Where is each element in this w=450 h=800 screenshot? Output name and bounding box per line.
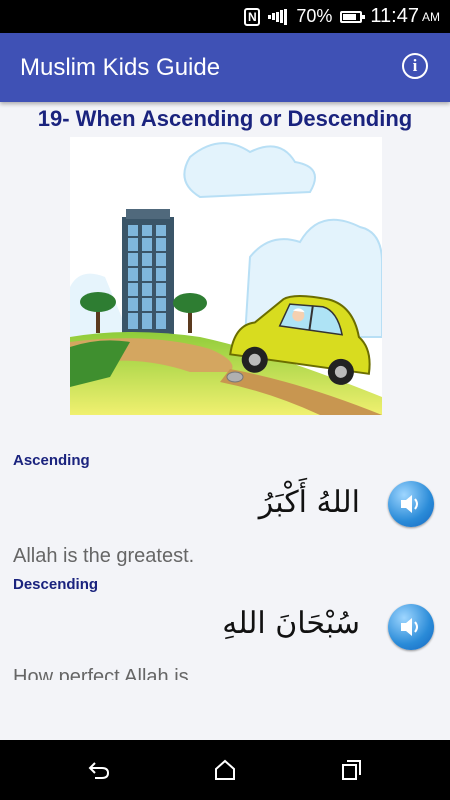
lesson-content[interactable]: 19- When Ascending or Descending Ascendi… (0, 102, 450, 680)
speaker-icon (401, 495, 418, 513)
clock: 11:47 AM (370, 5, 440, 28)
status-bar: N 70% 11:47 AM (0, 0, 450, 33)
arabic-text-descending: سُبْحَانَ اللهِ (222, 606, 360, 641)
arabic-text-ascending: اللهُ أَكْبَرُ (258, 485, 360, 520)
info-icon[interactable]: i (402, 53, 428, 79)
translation-descending: How perfect Allah is. (13, 666, 195, 680)
translation-ascending: Allah is the greatest. (13, 545, 195, 567)
battery-percent: 70% (296, 6, 333, 26)
battery-icon (340, 10, 366, 23)
app-title: Muslim Kids Guide (20, 53, 221, 81)
speaker-icon (401, 618, 418, 636)
audio-play-button-descending[interactable] (388, 604, 434, 650)
ampm-text: AM (422, 9, 440, 24)
home-icon[interactable] (213, 758, 237, 782)
section-label-descending: Descending (13, 576, 99, 593)
screen: N 70% 11:47 AM Muslim Kids Guide i 19- W… (0, 0, 450, 800)
back-icon[interactable] (87, 758, 111, 782)
navigation-bar (0, 740, 450, 800)
time-text: 11:47 (370, 5, 419, 27)
section-label-ascending: Ascending (13, 452, 90, 469)
signal-icon (268, 8, 288, 25)
recents-icon[interactable] (339, 758, 363, 782)
lesson-title: 19- When Ascending or Descending (37, 106, 413, 131)
car-climbing-hill-illustration (70, 137, 382, 415)
app-bar: Muslim Kids Guide i (0, 33, 450, 102)
nfc-icon: N (244, 7, 261, 26)
audio-play-button-ascending[interactable] (388, 481, 434, 527)
